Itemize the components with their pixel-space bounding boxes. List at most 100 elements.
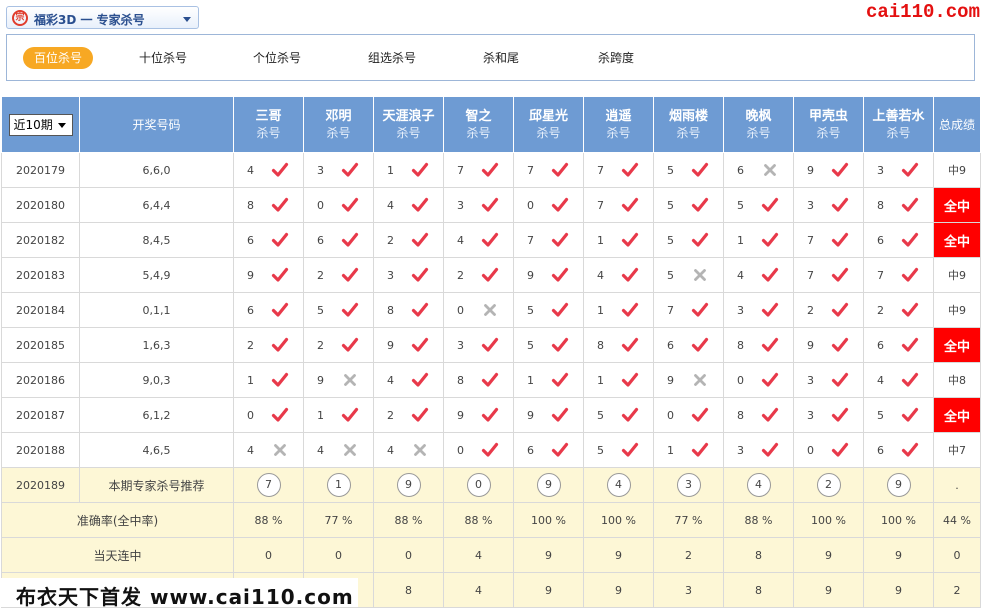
table-row: 2020183 5,4,9 9 2 3 2 9 4 5 4 7 7 中9 (1, 257, 981, 293)
header-expert: 邱星光 杀号 (513, 96, 584, 153)
tab-group[interactable]: 组选杀号 (357, 47, 427, 69)
kill-number: 7 (597, 164, 604, 177)
recommend-total: . (933, 467, 981, 503)
kill-number: 1 (387, 164, 394, 177)
check-icon (481, 196, 499, 214)
check-icon (271, 406, 289, 424)
issue-cell: 2020184 (1, 292, 80, 328)
max-streak-row-value: 9 (863, 572, 934, 608)
accuracy-row-value: 100 % (583, 502, 654, 538)
kill-number: 8 (457, 374, 464, 387)
draw-number-cell: 6,1,2 (79, 397, 234, 433)
kill-pick-cell: 7 (583, 187, 654, 223)
cross-icon (341, 371, 359, 389)
check-icon (271, 266, 289, 284)
kill-number: 1 (527, 374, 534, 387)
kill-pick-cell: 6 (863, 222, 934, 258)
expert-sub-label: 杀号 (816, 125, 841, 140)
draw-number-cell: 6,6,0 (79, 152, 234, 188)
check-icon (551, 161, 569, 179)
kill-number: 2 (317, 269, 324, 282)
kill-number: 2 (387, 234, 394, 247)
check-icon (341, 266, 359, 284)
kill-number: 2 (807, 304, 814, 317)
check-icon (621, 406, 639, 424)
kill-pick-cell: 4 (443, 222, 514, 258)
period-select[interactable]: 近10期 (8, 113, 73, 136)
kill-number: 4 (387, 199, 394, 212)
tab-units[interactable]: 个位杀号 (242, 47, 312, 69)
check-icon (551, 336, 569, 354)
kill-pick-cell: 8 (443, 362, 514, 398)
draw-number-cell: 8,4,5 (79, 222, 234, 258)
kill-pick-cell: 0 (443, 432, 514, 468)
kill-number: 0 (527, 199, 534, 212)
kill-number: 4 (877, 374, 884, 387)
max-streak-row-value: 8 (723, 572, 794, 608)
footer-banner: 布衣天下首发 www.cai110.com (0, 578, 358, 609)
kill-number: 7 (457, 164, 464, 177)
kill-pick-cell: 5 (583, 432, 654, 468)
expert-name: 天涯浪子 (382, 108, 435, 124)
expert-sub-label: 杀号 (746, 125, 771, 140)
check-icon (411, 266, 429, 284)
hit-count-cell: 中8 (933, 362, 981, 398)
kill-pick-cell: 4 (863, 362, 934, 398)
kill-pick-cell: 4 (723, 257, 794, 293)
kill-pick-cell: 7 (583, 152, 654, 188)
kill-number: 0 (457, 444, 464, 457)
full-hit-badge: 全中 (933, 327, 981, 363)
check-icon (411, 371, 429, 389)
tab-span[interactable]: 杀跨度 (587, 47, 645, 69)
issue-cell: 2020179 (1, 152, 80, 188)
kill-pick-cell: 1 (723, 222, 794, 258)
tab-hundreds[interactable]: 百位杀号 (23, 47, 94, 69)
streak-row-value: 9 (793, 537, 864, 573)
kill-number: 0 (247, 409, 254, 422)
recommend-ball: 4 (606, 473, 631, 497)
table-row: 2020182 8,4,5 6 6 2 4 7 1 5 1 7 6 全中 (1, 222, 981, 258)
expert-sub-label: 杀号 (886, 125, 911, 140)
check-icon (551, 196, 569, 214)
kill-number: 8 (737, 409, 744, 422)
kill-pick-cell: 2 (373, 397, 444, 433)
tab-tens[interactable]: 十位杀号 (128, 47, 198, 69)
recommend-ball: 0 (466, 473, 491, 497)
kill-pick-cell: 8 (233, 187, 304, 223)
check-icon (271, 161, 289, 179)
check-icon (551, 406, 569, 424)
kill-pick-cell: 6 (303, 222, 374, 258)
kill-pick-cell: 7 (863, 257, 934, 293)
check-icon (761, 266, 779, 284)
issue-cell: 2020183 (1, 257, 80, 293)
kill-pick-cell: 3 (793, 362, 864, 398)
kill-number: 7 (807, 269, 814, 282)
kill-number: 9 (387, 339, 394, 352)
lottery-selector[interactable]: 宗 福彩3D 一 专家杀号 (6, 6, 199, 29)
full-hit-badge: 全中 (933, 222, 981, 258)
kill-pick-cell: 9 (793, 327, 864, 363)
check-icon (831, 336, 849, 354)
kill-number: 9 (807, 164, 814, 177)
kill-number: 5 (877, 409, 884, 422)
recommend-ball: 9 (396, 473, 421, 497)
issue-cell: 2020186 (1, 362, 80, 398)
kill-number: 8 (737, 339, 744, 352)
header-expert: 天涯浪子 杀号 (373, 96, 444, 153)
kill-number: 5 (317, 304, 324, 317)
accuracy-row-total: 44 % (933, 502, 981, 538)
check-icon (551, 441, 569, 459)
check-icon (271, 336, 289, 354)
accuracy-row-value: 100 % (863, 502, 934, 538)
streak-row-value: 0 (233, 537, 304, 573)
check-icon (621, 301, 639, 319)
kill-pick-cell: 5 (723, 187, 794, 223)
issue-cell: 2020180 (1, 187, 80, 223)
streak-row-value: 9 (863, 537, 934, 573)
tab-sum-tail[interactable]: 杀和尾 (472, 47, 530, 69)
kill-number: 6 (317, 234, 324, 247)
check-icon (271, 231, 289, 249)
check-icon (761, 371, 779, 389)
draw-number-cell: 4,6,5 (79, 432, 234, 468)
cross-icon (481, 301, 499, 319)
